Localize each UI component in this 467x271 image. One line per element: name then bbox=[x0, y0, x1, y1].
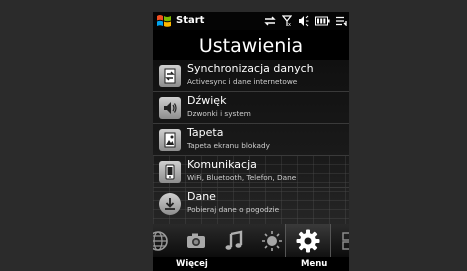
weather-sun-icon bbox=[262, 230, 282, 251]
menu-lines-icon[interactable] bbox=[336, 16, 347, 26]
tab-bar bbox=[153, 224, 349, 257]
more-softkey[interactable]: Więcej bbox=[176, 259, 208, 269]
sync-icon bbox=[159, 65, 181, 87]
list-item-title: Synchronizacja danych bbox=[187, 62, 314, 75]
list-item-data[interactable]: Dane Pobieraj dane o pogodzie bbox=[153, 188, 349, 220]
internet-globe-icon bbox=[153, 230, 168, 251]
start-label[interactable]: Start bbox=[176, 15, 204, 26]
tab-internet[interactable] bbox=[153, 224, 177, 257]
list-item-title: Dźwięk bbox=[187, 94, 227, 107]
status-bar: Start x bbox=[153, 12, 349, 30]
list-item-wallpaper[interactable]: Tapeta Tapeta ekranu blokady bbox=[153, 124, 349, 156]
wallpaper-icon bbox=[159, 129, 181, 151]
tab-camera[interactable] bbox=[177, 224, 215, 257]
list-item-sound[interactable]: Dźwięk Dzwonki i system bbox=[153, 92, 349, 124]
tab-music[interactable] bbox=[215, 224, 253, 257]
page-title: Ustawienia bbox=[198, 35, 304, 57]
speaker-icon[interactable] bbox=[298, 15, 309, 27]
svg-text:x: x bbox=[288, 22, 291, 27]
list-item-communication[interactable]: Komunikacja WiFi, Bluetooth, Telefon, Da… bbox=[153, 156, 349, 188]
windows-flag-icon[interactable] bbox=[156, 14, 172, 28]
speaker-icon bbox=[159, 97, 181, 119]
phone-screen: Start x Ustawienia Synchronizacja danych… bbox=[153, 12, 349, 271]
tab-settings[interactable] bbox=[285, 224, 331, 257]
sync-arrows-icon bbox=[264, 16, 276, 26]
softkey-bar: Więcej Menu bbox=[153, 257, 349, 271]
settings-gear-icon bbox=[296, 229, 320, 252]
list-item-title: Dane bbox=[187, 190, 216, 203]
list-item-subtitle: Dzwonki i system bbox=[187, 109, 251, 118]
list-item-subtitle: Tapeta ekranu blokady bbox=[187, 141, 270, 150]
status-icons: x bbox=[264, 14, 347, 28]
signal-icon[interactable]: x bbox=[282, 15, 292, 27]
list-item-sync[interactable]: Synchronizacja danych Activesync i dane … bbox=[153, 60, 349, 92]
list-item-subtitle: Activesync i dane internetowe bbox=[187, 77, 298, 86]
music-note-icon bbox=[225, 230, 243, 250]
phone-icon bbox=[159, 161, 181, 183]
menu-softkey[interactable]: Menu bbox=[301, 259, 327, 269]
apps-icon bbox=[342, 231, 349, 250]
list-item-subtitle: WiFi, Bluetooth, Telefon, Dane bbox=[187, 173, 297, 182]
settings-list: Synchronizacja danych Activesync i dane … bbox=[153, 60, 349, 224]
list-item-title: Tapeta bbox=[187, 126, 224, 139]
camera-icon bbox=[187, 233, 205, 248]
tab-apps[interactable] bbox=[333, 224, 349, 257]
battery-icon[interactable] bbox=[315, 16, 330, 26]
download-icon bbox=[159, 193, 181, 215]
list-item-title: Komunikacja bbox=[187, 158, 257, 171]
list-item-subtitle: Pobieraj dane o pogodzie bbox=[187, 205, 280, 214]
